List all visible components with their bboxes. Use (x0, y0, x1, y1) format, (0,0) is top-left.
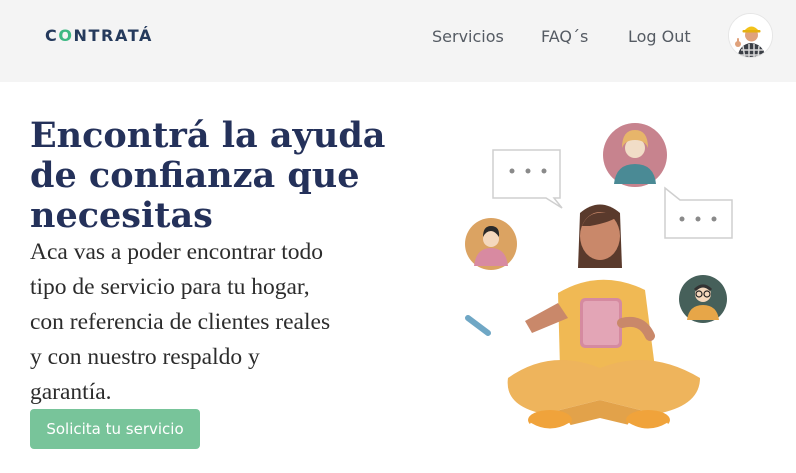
hero-description: Aca vas a poder encontrar todo tipo de s… (30, 235, 390, 410)
nav-link-logout[interactable]: Log Out (628, 27, 691, 46)
hero-title: Encontrá la ayuda de confianza que neces… (30, 116, 390, 236)
logo-part: C (45, 26, 59, 45)
navbar: CONTRATÁ Servicios FAQ´s Log Out (0, 0, 796, 82)
hero-title-line: Encontrá la ayuda (30, 115, 386, 156)
hero-text-line: Aca vas a poder encontrar todo (30, 239, 323, 265)
hero-text-line: tipo de servicio para tu hogar, (30, 274, 310, 300)
hero-title-line: necesitas (30, 195, 213, 236)
speech-bubble-icon (492, 149, 563, 209)
nav-link-faq[interactable]: FAQ´s (541, 27, 588, 46)
avatar-woman-icon (603, 123, 667, 187)
logo[interactable]: CONTRATÁ (45, 26, 153, 45)
hero-text-line: garantía. (30, 379, 112, 405)
worker-avatar-icon (729, 14, 772, 57)
hero-text-line: y con nuestro respaldo y (30, 344, 260, 370)
avatar-glasses-icon (679, 275, 727, 323)
nav-link-servicios[interactable]: Servicios (432, 27, 504, 46)
hero-text-line: con referencia de clientes reales (30, 309, 331, 335)
hero-illustration (465, 123, 733, 432)
hero-title-line: de confianza que (30, 155, 360, 196)
user-avatar[interactable] (728, 13, 773, 58)
logo-pin-letter: O (58, 26, 74, 45)
speech-bubble-icon (664, 186, 733, 239)
logo-part: NTRATÁ (73, 26, 153, 45)
request-service-button[interactable]: Solicita tu servicio (30, 409, 200, 449)
avatar-man-icon (465, 218, 517, 270)
